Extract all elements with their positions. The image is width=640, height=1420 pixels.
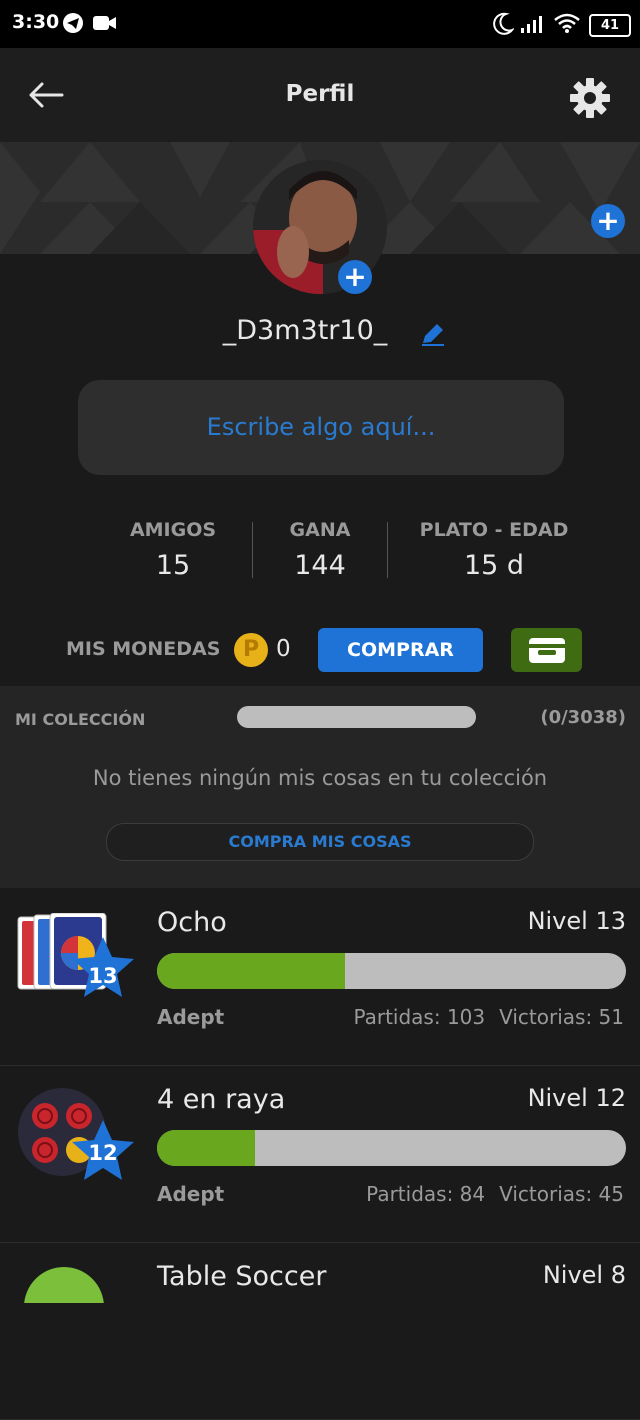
username: _D3m3tr10_ — [222, 315, 388, 346]
wins-label: GANA — [289, 519, 351, 541]
game-progress-fill — [157, 953, 345, 989]
collection-count: (0/3038) — [540, 707, 626, 728]
coins-value: 0 — [276, 636, 291, 662]
coin-icon: P — [234, 633, 268, 667]
collection-empty-message: No tienes ningún mis cosas en tu colecci… — [92, 766, 548, 790]
game-progress-bar — [157, 1130, 626, 1166]
game-row-ocho[interactable]: 13 Ocho Nivel 13 Adept Partidas: 103 Vict… — [0, 889, 640, 1066]
wallet-icon — [529, 638, 565, 663]
game-stats: Partidas: 84 Victorias: 45 — [352, 1182, 624, 1206]
moon-icon — [493, 12, 514, 35]
soccer-ball-icon — [24, 1267, 104, 1303]
game-rank: Adept — [157, 1182, 225, 1206]
bio-input[interactable]: Escribe algo aquí... — [78, 380, 564, 475]
game-matches: Partidas: 103 — [353, 1005, 486, 1029]
game-wins: Victorias: 51 — [499, 1005, 624, 1029]
friends-label: AMIGOS — [129, 519, 217, 541]
wifi-icon — [554, 13, 580, 33]
game-name: Table Soccer — [157, 1261, 327, 1292]
game-stats: Partidas: 103 Victorias: 51 — [339, 1005, 624, 1029]
wallet-button[interactable] — [511, 628, 582, 672]
telegram-icon — [63, 13, 83, 33]
level-badge-number: 12 — [88, 1141, 118, 1165]
edit-pencil-icon[interactable] — [420, 321, 446, 347]
friends-value[interactable]: 15 — [113, 550, 233, 581]
buy-coins-button[interactable]: COMPRAR — [318, 628, 483, 672]
page-title: Perfil — [285, 81, 355, 107]
signal-icon — [521, 16, 542, 33]
game-progress-bar — [157, 953, 626, 989]
top-bar: Perfil — [0, 48, 640, 142]
game-wins: Victorias: 45 — [499, 1182, 624, 1206]
game-row-table-soccer[interactable]: Table Soccer Nivel 8 — [0, 1243, 640, 1420]
buy-items-button[interactable]: COMPRA MIS COSAS — [106, 823, 534, 861]
collection-progress-bar — [237, 706, 476, 728]
age-value: 15 d — [463, 550, 525, 581]
wins-value: 144 — [294, 550, 346, 581]
add-photo-button[interactable]: + — [338, 260, 372, 294]
settings-gear-icon[interactable] — [569, 77, 611, 119]
game-row-4-en-raya[interactable]: 12 4 en raya Nivel 12 Adept Partidas: 84… — [0, 1066, 640, 1243]
game-level: Nivel 12 — [527, 1084, 626, 1112]
game-level: Nivel 8 — [542, 1261, 626, 1289]
level-badge-number: 13 — [88, 964, 118, 988]
status-bar: 3:30 41 — [0, 0, 640, 48]
game-name: Ocho — [157, 907, 227, 938]
game-level: Nivel 13 — [527, 907, 626, 935]
game-name: 4 en raya — [157, 1084, 286, 1115]
game-matches: Partidas: 84 — [366, 1182, 486, 1206]
age-label: PLATO - EDAD — [419, 519, 569, 541]
status-time: 3:30 — [12, 11, 60, 33]
stat-divider — [252, 522, 253, 578]
coins-label: MIS MONEDAS — [66, 638, 221, 660]
stat-divider — [387, 522, 388, 578]
game-progress-fill — [157, 1130, 256, 1166]
bio-placeholder: Escribe algo aquí... — [206, 413, 436, 441]
game-rank: Adept — [157, 1005, 225, 1029]
video-camera-icon — [93, 16, 116, 30]
collection-label: MI COLECCIÓN — [15, 710, 146, 729]
battery-level: 41 — [600, 18, 620, 33]
battery-icon: 41 — [589, 14, 631, 37]
add-banner-button[interactable]: + — [591, 204, 625, 238]
